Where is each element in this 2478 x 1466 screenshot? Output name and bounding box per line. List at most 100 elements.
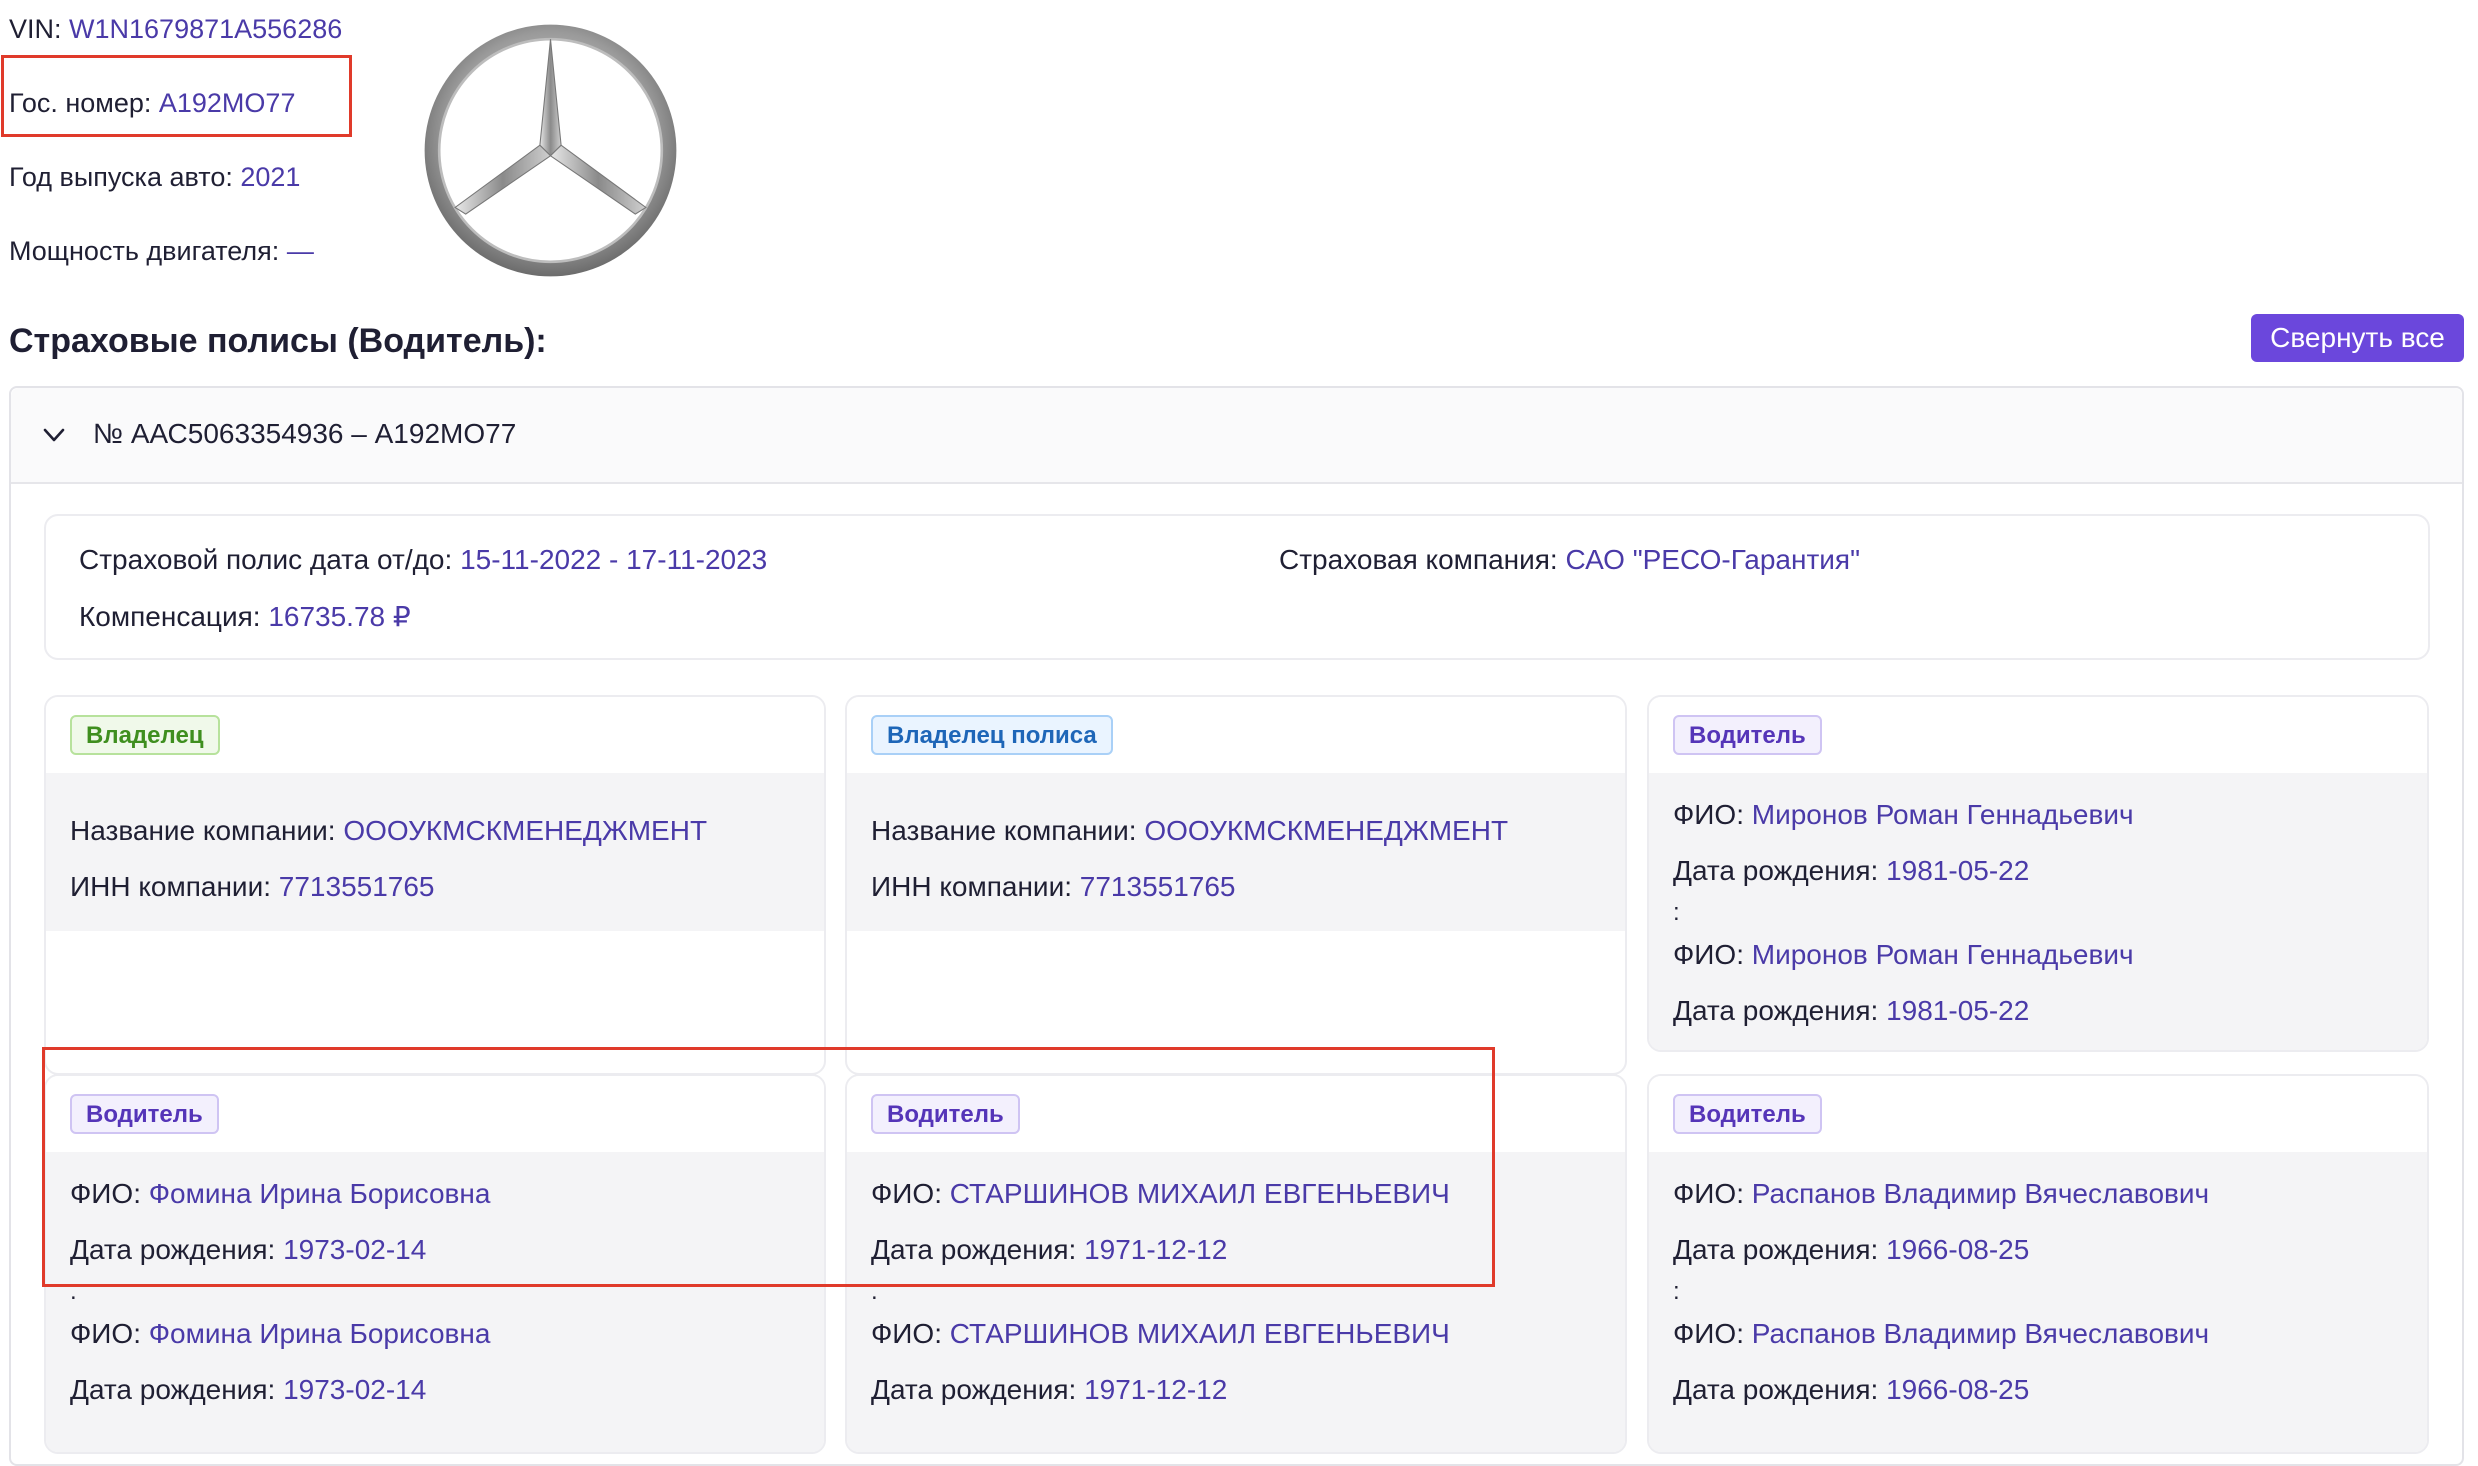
- driver-dob-label: Дата рождения:: [871, 1374, 1077, 1405]
- driver-fio-value: Фомина Ирина Борисовна: [148, 1178, 491, 1209]
- separator-mark: :: [1673, 1278, 1680, 1305]
- driver-fio-row: ФИО: Миронов Роман Геннадьевич: [1673, 799, 2134, 831]
- company-inn-value: 7713551765: [1079, 871, 1236, 902]
- company-name-label: Название компании:: [871, 815, 1137, 846]
- driver-dob-value: 1971-12-12: [1084, 1234, 1228, 1265]
- company-name-value: ОООУКМСКМЕНЕДЖМЕНТ: [1144, 815, 1509, 846]
- company-name-row: Название компании: ОООУКМСКМЕНЕДЖМЕНТ: [871, 815, 1508, 847]
- vin-row: VIN: W1N1679871A556286: [9, 14, 342, 44]
- driver-fio-value: Фомина Ирина Борисовна: [148, 1318, 491, 1349]
- collapse-all-button[interactable]: Свернуть все: [2251, 314, 2464, 362]
- driver-fio-label: ФИО:: [1673, 799, 1744, 830]
- driver-dob-value: 1973-02-14: [283, 1374, 427, 1405]
- policy-date-value: 15-11-2022 - 17-11-2023: [460, 544, 768, 575]
- company-inn-value: 7713551765: [278, 871, 435, 902]
- driver-fio-value: Распанов Владимир Вячеславович: [1751, 1318, 2210, 1349]
- driver-dob-value: 1981-05-22: [1886, 995, 2030, 1026]
- driver-fio-value: СТАРШИНОВ МИХАИЛ ЕВГЕНЬЕВИЧ: [949, 1178, 1450, 1209]
- power-row: Мощность двигателя: —: [9, 236, 314, 266]
- insurance-company-row: Страховая компания: САО "РЕСО-Гарантия": [1279, 544, 1860, 576]
- company-name-value: ОООУКМСКМЕНЕДЖМЕНТ: [343, 815, 708, 846]
- driver-dob-row: Дата рождения: 1966-08-25: [1673, 1374, 2029, 1406]
- year-row: Год выпуска авто: 2021: [9, 162, 300, 192]
- driver-badge: Водитель: [1673, 715, 1822, 755]
- driver-fio-row: ФИО: Фомина Ирина Борисовна: [70, 1318, 490, 1350]
- person-card-driver-2: Водитель ФИО: Фомина Ирина Борисовна Дат…: [44, 1074, 826, 1454]
- driver-dob-row: Дата рождения: 1966-08-25: [1673, 1234, 2029, 1266]
- driver-fio-value: СТАРШИНОВ МИХАИЛ ЕВГЕНЬЕВИЧ: [949, 1318, 1450, 1349]
- driver-dob-label: Дата рождения:: [1673, 855, 1879, 886]
- driver-dob-row: Дата рождения: 1981-05-22: [1673, 995, 2029, 1027]
- compensation-label: Компенсация:: [79, 601, 261, 632]
- driver-dob-label: Дата рождения:: [70, 1374, 276, 1405]
- separator-mark: .: [70, 1278, 77, 1305]
- driver-dob-row: Дата рождения: 1971-12-12: [871, 1374, 1227, 1406]
- driver-dob-value: 1973-02-14: [283, 1234, 427, 1265]
- driver-fio-label: ФИО:: [1673, 1178, 1744, 1209]
- separator-mark: .: [871, 1278, 878, 1305]
- year-label: Год выпуска авто:: [9, 162, 233, 192]
- mercedes-star-logo-icon: [424, 24, 677, 277]
- policy-owner-badge: Владелец полиса: [871, 715, 1113, 755]
- person-card-owner: Владелец Название компании: ОООУКМСКМЕНЕ…: [44, 695, 826, 1075]
- driver-fio-label: ФИО:: [70, 1318, 141, 1349]
- driver-fio-value: Миронов Роман Геннадьевич: [1751, 939, 2134, 970]
- power-value: —: [286, 236, 314, 266]
- power-label: Мощность двигателя:: [9, 236, 280, 266]
- driver-fio-label: ФИО:: [1673, 939, 1744, 970]
- driver-dob-label: Дата рождения:: [871, 1234, 1077, 1265]
- driver-badge: Водитель: [1673, 1094, 1822, 1134]
- driver-dob-row: Дата рождения: 1973-02-14: [70, 1374, 426, 1406]
- policy-number-title: № ААС5063354936 – А192МО77: [93, 418, 517, 449]
- driver-dob-value: 1981-05-22: [1886, 855, 2030, 886]
- driver-fio-row: ФИО: СТАРШИНОВ МИХАИЛ ЕВГЕНЬЕВИЧ: [871, 1318, 1450, 1350]
- company-inn-row: ИНН компании: 7713551765: [871, 871, 1236, 903]
- driver-fio-label: ФИО:: [871, 1178, 942, 1209]
- driver-dob-row: Дата рождения: 1973-02-14: [70, 1234, 426, 1266]
- compensation-row: Компенсация: 16735.78 ₽: [79, 600, 411, 633]
- driver-badge: Водитель: [70, 1094, 219, 1134]
- driver-fio-row: ФИО: Миронов Роман Геннадьевич: [1673, 939, 2134, 971]
- driver-dob-label: Дата рождения:: [70, 1234, 276, 1265]
- driver-dob-label: Дата рождения:: [1673, 995, 1879, 1026]
- compensation-value: 16735.78 ₽: [268, 601, 411, 632]
- driver-fio-row: ФИО: Распанов Владимир Вячеславович: [1673, 1318, 2209, 1350]
- company-inn-row: ИНН компании: 7713551765: [70, 871, 435, 903]
- driver-dob-label: Дата рождения:: [1673, 1234, 1879, 1265]
- person-card-driver-1: Водитель ФИО: Миронов Роман Геннадьевич …: [1647, 695, 2429, 1052]
- policy-panel: № ААС5063354936 – А192МО77 Страховой пол…: [9, 386, 2464, 1466]
- policy-panel-header[interactable]: № ААС5063354936 – А192МО77: [11, 388, 2462, 484]
- insurance-company-value: САО "РЕСО-Гарантия": [1565, 544, 1861, 575]
- driver-fio-row: ФИО: Фомина Ирина Борисовна: [70, 1178, 490, 1210]
- company-name-row: Название компании: ОООУКМСКМЕНЕДЖМЕНТ: [70, 815, 707, 847]
- vin-label: VIN:: [9, 14, 62, 44]
- driver-fio-label: ФИО:: [70, 1178, 141, 1209]
- driver-dob-value: 1966-08-25: [1886, 1374, 2030, 1405]
- driver-fio-value: Распанов Владимир Вячеславович: [1751, 1178, 2210, 1209]
- vin-value[interactable]: W1N1679871A556286: [69, 14, 342, 44]
- driver-dob-value: 1971-12-12: [1084, 1374, 1228, 1405]
- driver-dob-label: Дата рождения:: [1673, 1374, 1879, 1405]
- plate-label: Гос. номер:: [9, 88, 152, 118]
- driver-dob-value: 1966-08-25: [1886, 1234, 2030, 1265]
- company-inn-label: ИНН компании:: [70, 871, 271, 902]
- insurance-company-label: Страховая компания:: [1279, 544, 1558, 575]
- person-card-driver-4: Водитель ФИО: Распанов Владимир Вячеслав…: [1647, 1074, 2429, 1454]
- policy-info-card: Страховой полис дата от/до: 15-11-2022 -…: [44, 514, 2430, 660]
- company-inn-label: ИНН компании:: [871, 871, 1072, 902]
- driver-fio-row: ФИО: СТАРШИНОВ МИХАИЛ ЕВГЕНЬЕВИЧ: [871, 1178, 1450, 1210]
- year-value: 2021: [240, 162, 301, 192]
- plate-value[interactable]: А192МО77: [159, 88, 296, 118]
- driver-dob-row: Дата рождения: 1971-12-12: [871, 1234, 1227, 1266]
- chevron-down-icon[interactable]: [43, 424, 65, 446]
- driver-badge: Водитель: [871, 1094, 1020, 1134]
- person-card-driver-3: Водитель ФИО: СТАРШИНОВ МИХАИЛ ЕВГЕНЬЕВИ…: [845, 1074, 1627, 1454]
- person-card-policy-owner: Владелец полиса Название компании: ОООУК…: [845, 695, 1627, 1075]
- driver-fio-label: ФИО:: [871, 1318, 942, 1349]
- policy-date-row: Страховой полис дата от/до: 15-11-2022 -…: [79, 544, 767, 576]
- plate-row: Гос. номер: А192МО77: [9, 88, 295, 118]
- policies-section-title: Страховые полисы (Водитель):: [9, 322, 547, 360]
- policy-date-label: Страховой полис дата от/до:: [79, 544, 453, 575]
- driver-dob-row: Дата рождения: 1981-05-22: [1673, 855, 2029, 887]
- separator-mark: :: [1673, 899, 1680, 926]
